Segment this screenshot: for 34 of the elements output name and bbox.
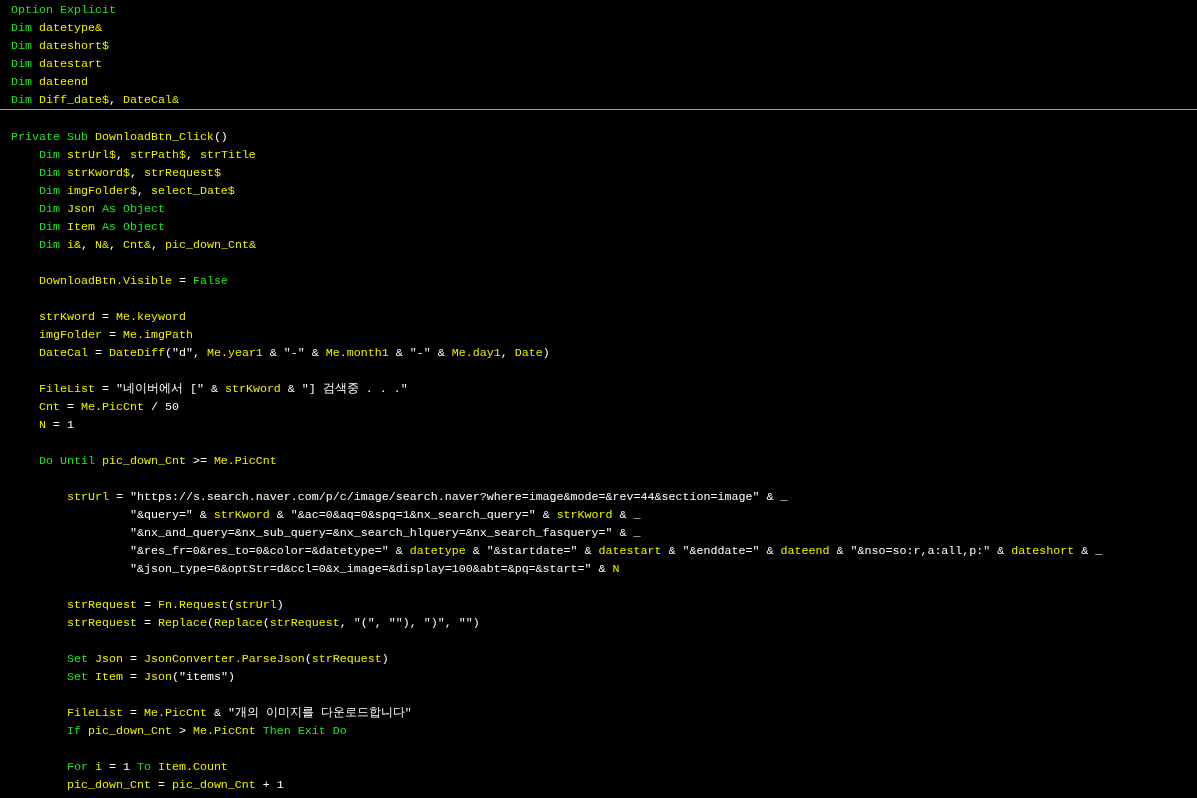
code-line: Option Explicit: [11, 2, 116, 19]
code-line: Dim datestart: [11, 56, 102, 73]
code-line: Dim datetype&: [11, 20, 102, 37]
code-line: FileList = "네이버에서 [" & strKword & "] 검색중 . . .": [37, 381, 408, 398]
code-line: For i = 1 To Item.Count: [65, 759, 228, 776]
code-line: Set Item = Json("items"): [65, 669, 235, 686]
code-line: DateCal = DateDiff("d", Me.year1 & "-" & Me.month1 & "-" & Me.day1, Date): [37, 345, 550, 362]
code-line: DownloadBtn.Visible = False: [37, 273, 228, 290]
code-line: strKword = Me.keyword: [37, 309, 186, 326]
code-line: Dim dateshort$: [11, 38, 109, 55]
code-line: strRequest = Fn.Request(strUrl): [65, 597, 284, 614]
code-line: pic_down_Cnt = pic_down_Cnt + 1: [65, 777, 284, 794]
code-line: Cnt = Me.PicCnt / 50: [37, 399, 179, 416]
code-line: strUrl = "https://s.search.naver.com/p/c/image/search.naver?where=image&mode=&rev=44&section=image" & _: [65, 489, 788, 506]
code-line: FileList = Me.PicCnt & "개의 이미지를 다운로드합니다": [65, 705, 412, 722]
code-line: Dim i&, N&, Cnt&, pic_down_Cnt&: [37, 237, 256, 254]
code-line: Do Until pic_down_Cnt >= Me.PicCnt: [37, 453, 277, 470]
code-line: Dim Diff_date$, DateCal&: [11, 92, 179, 109]
code-line: "&query=" & strKword & "&ac=0&aq=0&spq=1&nx_search_query=" & strKword & _: [128, 507, 641, 524]
code-line: Private Sub DownloadBtn_Click(): [11, 129, 228, 146]
code-line: Dim strKword$, strRequest$: [37, 165, 221, 182]
code-line: Dim Json As Object: [37, 201, 165, 218]
code-line: strRequest = Replace(Replace(strRequest, "(", ""), ")", ""): [65, 615, 480, 632]
code-line: Dim imgFolder$, select_Date$: [37, 183, 235, 200]
code-line: Dim dateend: [11, 74, 88, 91]
code-line: "&json_type=6&optStr=d&ccl=0&x_image=&display=100&abt=&pq=&start=" & N: [128, 561, 620, 578]
code-line: If pic_down_Cnt > Me.PicCnt Then Exit Do: [65, 723, 347, 740]
code-line: Dim strUrl$, strPath$, strTitle: [37, 147, 256, 164]
code-line: N = 1: [37, 417, 74, 434]
code-line: Set Json = JsonConverter.ParseJson(strRequest): [65, 651, 389, 668]
code-line: "&res_fr=0&res_to=0&color=&datetype=" & datetype & "&startdate=" & datestart & "&enddate=" & dateend & "&nso=so:r,a:all,p:" & dateshort & _: [128, 543, 1103, 560]
code-line: Dim Item As Object: [37, 219, 165, 236]
code-line: imgFolder = Me.imgPath: [37, 327, 193, 344]
code-line: "&nx_and_query=&nx_sub_query=&nx_search_hlquery=&nx_search_fasquery=" & _: [128, 525, 641, 542]
